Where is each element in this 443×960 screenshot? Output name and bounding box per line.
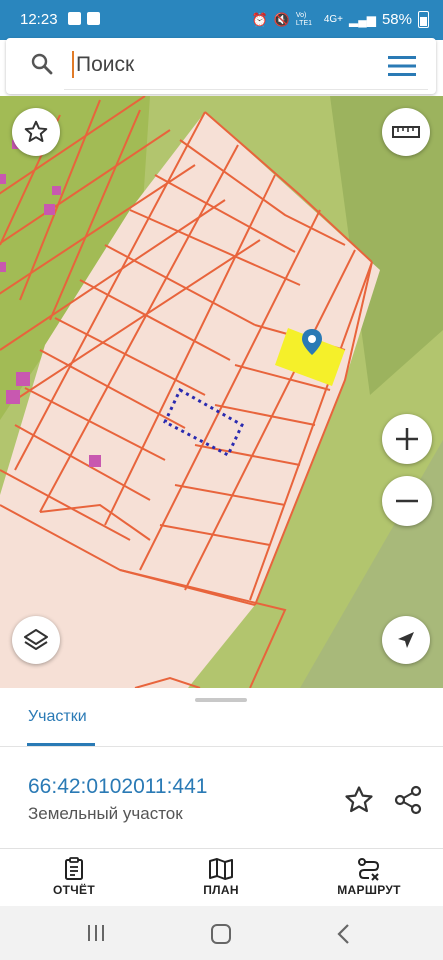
zoom-in-button[interactable] (382, 414, 432, 464)
check-notification-icon (68, 12, 81, 25)
search-bar (6, 38, 436, 94)
mute-icon: 🔇 (273, 11, 290, 27)
measure-ruler-button[interactable] (382, 108, 430, 156)
network-type-label: 4G+ (323, 14, 343, 25)
layers-icon (24, 629, 48, 650)
share-icon[interactable] (392, 784, 424, 816)
recent-apps-icon[interactable] (86, 923, 106, 943)
nav-route-label: МАРШРУТ (337, 883, 401, 897)
favorite-location-button[interactable] (12, 108, 60, 156)
my-location-button[interactable] (382, 616, 430, 664)
parcel-type-label: Земельный участок (28, 804, 183, 823)
app-notification-icon (87, 12, 100, 25)
nav-plan[interactable]: ПЛАН (166, 849, 276, 907)
nav-route[interactable]: МАРШРУТ (314, 849, 424, 907)
star-icon (24, 120, 48, 142)
text-cursor (72, 51, 74, 78)
network-sub-label: Vo) LTE1 (295, 11, 313, 27)
cadastral-number[interactable]: 66:42:0102011:441 (28, 775, 207, 799)
tab-parcels[interactable]: Участки (28, 708, 87, 726)
nav-report-label: ОТЧЁТ (53, 883, 95, 897)
hamburger-menu-icon[interactable] (388, 56, 416, 76)
map-plan-icon (209, 858, 233, 880)
cadastral-map[interactable] (0, 96, 443, 688)
nav-plan-label: ПЛАН (203, 883, 239, 897)
location-pin-icon (302, 329, 322, 355)
zoom-out-button[interactable] (382, 476, 432, 526)
navigation-arrow-icon (398, 632, 414, 648)
report-icon (65, 857, 83, 880)
nav-report[interactable]: ОТЧЁТ (19, 849, 129, 907)
drag-handle[interactable] (195, 698, 247, 702)
ruler-icon (392, 126, 420, 138)
status-time: 12:23 (20, 11, 58, 28)
home-icon[interactable] (210, 923, 232, 945)
add-favorite-star-icon[interactable] (343, 784, 375, 816)
bottom-navigation: ОТЧЁТ ПЛАН МАРШРУТ (0, 848, 443, 907)
minus-icon (396, 499, 418, 503)
notification-icons (68, 12, 100, 25)
search-underline (64, 89, 428, 90)
selected-parcel-marker[interactable] (301, 328, 323, 356)
system-navigation-bar (0, 906, 443, 960)
tab-divider (0, 746, 443, 747)
signal-icon: ▂▄▆ (349, 12, 376, 27)
search-input[interactable] (76, 50, 356, 80)
alarm-icon: ⏰ (251, 11, 268, 27)
battery-percent: 58% (381, 11, 412, 28)
battery-icon (418, 11, 429, 28)
status-indicators: ⏰ 🔇 Vo) LTE1 4G+ ▂▄▆ 58% (251, 11, 429, 28)
layers-button[interactable] (12, 616, 60, 664)
plus-icon (396, 428, 418, 450)
route-icon (358, 858, 380, 881)
back-icon[interactable] (334, 923, 354, 945)
search-icon[interactable] (30, 52, 54, 76)
status-bar: 12:23 ⏰ 🔇 Vo) LTE1 4G+ ▂▄▆ 58% (0, 0, 443, 40)
